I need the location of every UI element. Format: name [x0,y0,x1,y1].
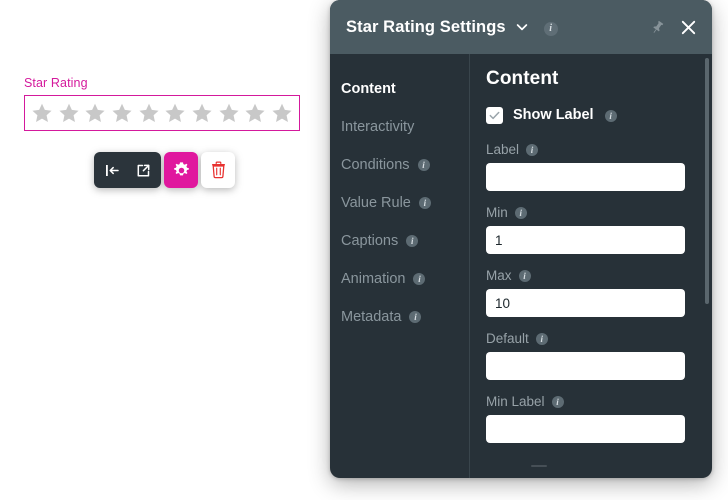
app-root: Star Rating Star Rating Settings i Conte… [0,0,728,500]
sidebar-item-label: Content [341,81,396,97]
star-rating-input[interactable] [24,95,300,131]
info-icon[interactable]: i [406,235,419,247]
field-default: Default i [486,331,696,380]
star-icon[interactable] [218,102,240,124]
widget-toolbar [94,152,235,188]
field-label: Label i [486,142,696,191]
trash-icon[interactable] [201,152,235,188]
field-min-label: Min Label i [486,394,696,443]
sidebar-item-label: Conditions [341,157,410,173]
star-rating-widget[interactable]: Star Rating [24,76,300,131]
settings-panel: Star Rating Settings i Content Interacti… [330,0,712,478]
sidebar-item-label: Animation [341,271,406,287]
star-icon[interactable] [84,102,106,124]
info-icon[interactable]: i [535,332,548,345]
sidebar-item-value-rule[interactable]: Value Rule i [341,184,469,222]
pin-icon[interactable] [649,19,666,36]
star-icon[interactable] [271,102,293,124]
star-icon[interactable] [191,102,213,124]
widget-label: Star Rating [24,76,88,90]
sidebar-item-metadata[interactable]: Metadata i [341,298,469,336]
info-icon[interactable]: i [413,273,426,285]
default-input[interactable] [486,352,685,380]
star-icon[interactable] [244,102,266,124]
star-icon[interactable] [164,102,186,124]
info-icon[interactable]: i [526,143,539,156]
external-link-icon[interactable] [130,156,156,184]
show-label-checkbox[interactable] [486,106,503,124]
field-label: Default [486,331,529,346]
min-input[interactable] [486,226,685,254]
label-input[interactable] [486,163,685,191]
info-icon[interactable]: i [417,159,430,171]
content-scrollbar-thumb[interactable] [705,58,709,304]
content-fields: LabeliMiniMaxiDefaultiMin Labeli [486,142,696,443]
field-label-row: Default i [486,331,696,346]
star-icon[interactable] [58,102,80,124]
info-icon[interactable]: i [418,197,431,209]
max-input[interactable] [486,289,685,317]
sidebar-item-label: Value Rule [341,195,411,211]
sidebar-item-label: Captions [341,233,399,249]
field-label-row: Max i [486,268,696,283]
show-label-info-icon[interactable]: i [594,106,617,124]
sidebar-item-label: Interactivity [341,119,415,135]
show-label-row: Show Label i [486,106,696,124]
field-max: Max i [486,268,696,317]
panel-title-info-icon[interactable]: i [543,18,558,36]
field-label: Max [486,268,512,283]
panel-content: Content Show Label i LabeliMiniMaxiDefau… [470,54,712,478]
panel-title: Star Rating Settings [346,17,506,36]
chevron-down-icon[interactable] [515,20,529,34]
info-icon[interactable]: i [551,395,564,408]
sidebar-item-interactivity[interactable]: Interactivity [341,108,469,146]
sidebar-item-animation[interactable]: Animation i [341,260,469,298]
field-label-row: Label i [486,142,696,157]
sidebar-item-conditions[interactable]: Conditions i [341,146,469,184]
star-icon[interactable] [138,102,160,124]
info-icon[interactable]: i [514,206,527,219]
panel-nav: Content Interactivity Conditions i Value Rul… [330,54,470,478]
field-min: Min i [486,205,696,254]
field-label-row: Min Label i [486,394,696,409]
content-section-title: Content [486,68,559,89]
field-label: Label [486,142,520,157]
show-label-text: Show Label [513,107,594,123]
clipped-field-hint [531,465,547,467]
field-label-row: Min i [486,205,696,220]
sidebar-item-content[interactable]: Content [341,70,469,108]
star-icon[interactable] [111,102,133,124]
move-to-start-icon[interactable] [99,156,125,184]
field-label: Min [486,205,508,220]
panel-header[interactable]: Star Rating Settings i [330,0,712,54]
widget-toolbar-group [94,152,161,188]
sidebar-item-captions[interactable]: Captions i [341,222,469,260]
panel-body: Content Interactivity Conditions i Value Rul… [330,54,712,478]
min-label-input[interactable] [486,415,685,443]
info-icon[interactable]: i [518,269,531,282]
close-icon[interactable] [679,18,698,37]
gear-icon[interactable] [164,152,198,188]
info-icon[interactable]: i [409,311,422,323]
sidebar-item-label: Metadata [341,309,402,325]
content-scrollbar[interactable] [705,58,709,474]
field-label: Min Label [486,394,545,409]
star-icon[interactable] [31,102,53,124]
